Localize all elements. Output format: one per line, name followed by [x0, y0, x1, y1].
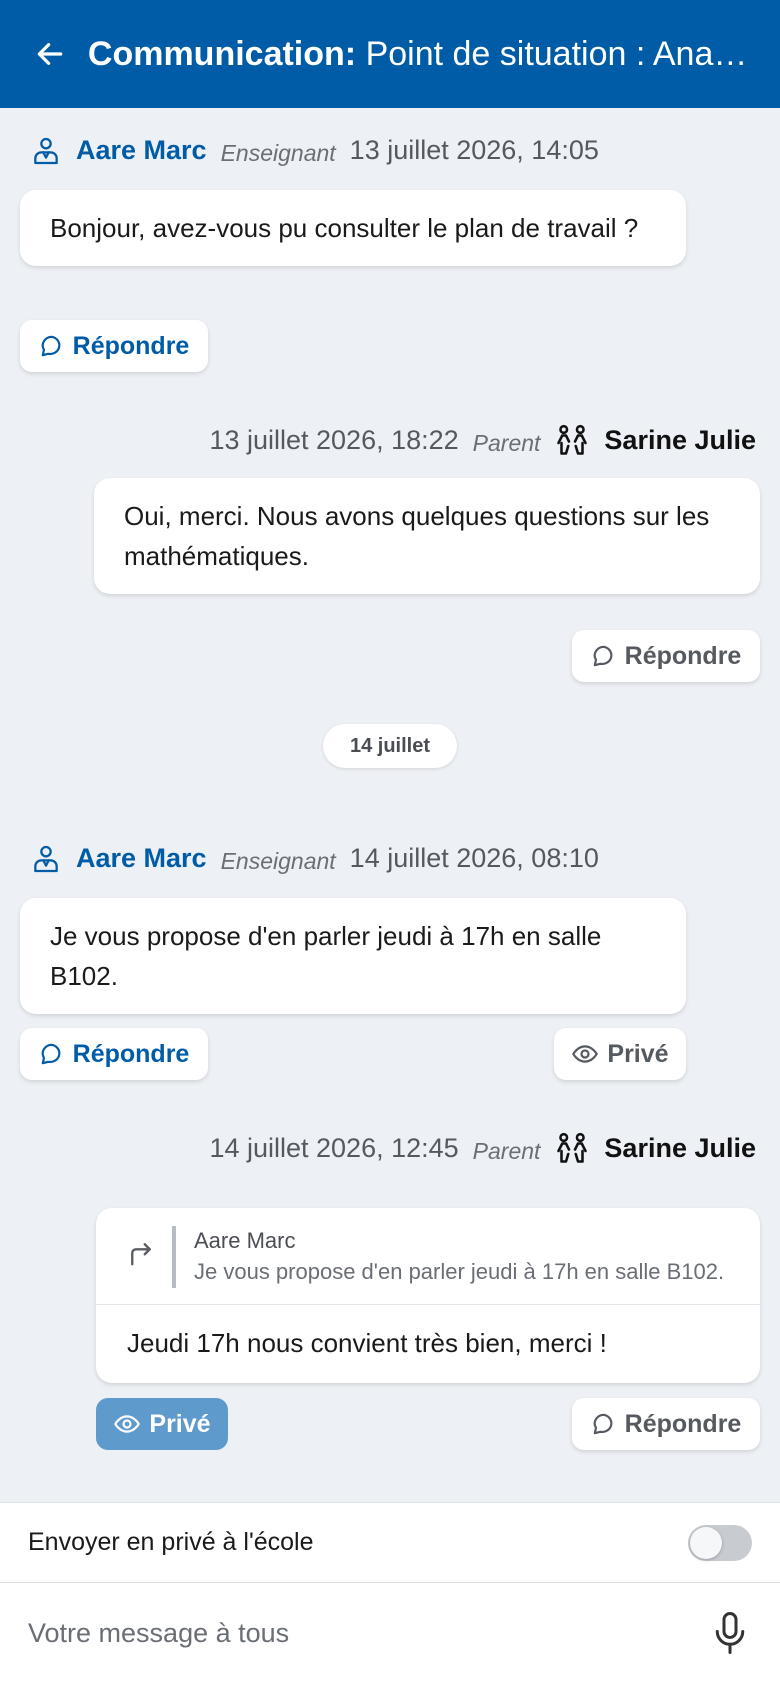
- eye-icon: [114, 1415, 141, 1433]
- message-text-container: Jeudi 17h nous convient très bien, merci…: [96, 1305, 760, 1383]
- quoted-message[interactable]: Aare Marc Je vous propose d'en parler je…: [96, 1208, 760, 1305]
- reply-arrow-icon: [131, 1243, 151, 1266]
- message-header: 13 juillet 2026, 18:22 Parent Sarine Jul…: [209, 422, 756, 458]
- message-date: 13 juillet 2026, 18:22: [209, 424, 459, 455]
- author-name[interactable]: Sarine Julie: [604, 425, 756, 456]
- message-header: Aare Marc Enseignant 14 juillet 2026, 08…: [30, 842, 599, 875]
- message-text: Je vous propose d'en parler jeudi à 17h …: [50, 921, 602, 991]
- parent-icon: [557, 424, 588, 455]
- quote-body: Aare Marc Je vous propose d'en parler je…: [172, 1226, 736, 1288]
- reply-button[interactable]: Répondre: [20, 1028, 208, 1080]
- chat-bubble-icon: [41, 335, 61, 357]
- teacher-icon: [34, 845, 58, 872]
- page-title-bold: Communication:: [87, 34, 357, 73]
- message-header: Aare Marc Enseignant 13 juillet 2026, 14…: [30, 134, 599, 167]
- reply-label: Répondre: [624, 641, 742, 670]
- quote-text: Je vous propose d'en parler jeudi à 17h …: [194, 1259, 725, 1284]
- private-toggle-label: Envoyer en privé à l'école: [28, 1528, 314, 1556]
- private-toggle[interactable]: [688, 1524, 752, 1561]
- toggle-knob: [690, 1526, 722, 1559]
- reply-label: Répondre: [624, 1409, 742, 1438]
- teacher-icon: [34, 137, 58, 164]
- chat-bubble-icon: [41, 1043, 61, 1065]
- message-date: 13 juillet 2026, 14:05: [349, 135, 599, 165]
- message-date: 14 juillet 2026, 12:45: [209, 1132, 459, 1163]
- parent-icon: [557, 1132, 588, 1163]
- author-role: Enseignant: [220, 140, 336, 166]
- message-input-row: [0, 1583, 780, 1683]
- reply-button[interactable]: Répondre: [20, 320, 208, 372]
- message-header: 14 juillet 2026, 12:45 Parent Sarine Jul…: [209, 1130, 756, 1166]
- microphone-button[interactable]: [708, 1608, 752, 1658]
- day-separator: 14 juillet: [323, 724, 457, 768]
- page-title: Communication: Point de situation : Anaï…: [88, 35, 756, 74]
- eye-icon: [572, 1045, 599, 1063]
- private-label: Privé: [149, 1409, 211, 1438]
- message-text: Jeudi 17h nous convient très bien, merci…: [127, 1328, 607, 1358]
- app-bar: Communication: Point de situation : Anaï…: [0, 0, 780, 108]
- message-thread[interactable]: Aare Marc Enseignant 13 juillet 2026, 14…: [0, 108, 780, 1504]
- author-name[interactable]: Aare Marc: [76, 135, 207, 166]
- microphone-icon: [715, 1612, 745, 1654]
- reply-button[interactable]: Répondre: [572, 1398, 760, 1450]
- reply-button[interactable]: Répondre: [572, 630, 760, 682]
- author-role: Parent: [472, 429, 541, 456]
- chat-bubble-icon: [593, 1413, 613, 1435]
- message-bubble[interactable]: Aare Marc Je vous propose d'en parler je…: [96, 1208, 760, 1383]
- back-button[interactable]: [32, 36, 68, 72]
- chat-bubble-icon: [593, 645, 613, 667]
- message-date: 14 juillet 2026, 08:10: [349, 843, 599, 873]
- private-button[interactable]: Privé: [96, 1398, 228, 1450]
- reply-label: Répondre: [72, 331, 190, 360]
- private-label: Privé: [607, 1039, 669, 1068]
- author-role: Parent: [472, 1137, 541, 1164]
- author-name[interactable]: Aare Marc: [76, 843, 207, 874]
- author-name[interactable]: Sarine Julie: [604, 1133, 756, 1164]
- message-text: Bonjour, avez-vous pu consulter le plan …: [50, 213, 639, 243]
- author-role: Enseignant: [220, 848, 336, 874]
- quote-author: Aare Marc: [194, 1228, 296, 1253]
- reply-label: Répondre: [72, 1039, 190, 1068]
- private-toggle-row: Envoyer en privé à l'école: [0, 1503, 780, 1583]
- page-title-subject: Point de situation : Anaïs ...: [365, 34, 756, 73]
- arrow-left-icon: [37, 43, 63, 65]
- message-input[interactable]: [28, 1617, 668, 1649]
- private-button[interactable]: Privé: [554, 1028, 686, 1080]
- message-bubble[interactable]: Oui, merci. Nous avons quelques question…: [94, 478, 760, 594]
- message-bubble[interactable]: Bonjour, avez-vous pu consulter le plan …: [20, 190, 686, 266]
- composer: Envoyer en privé à l'école: [0, 1502, 780, 1688]
- message-text: Oui, merci. Nous avons quelques question…: [124, 501, 710, 571]
- message-bubble[interactable]: Je vous propose d'en parler jeudi à 17h …: [20, 898, 686, 1014]
